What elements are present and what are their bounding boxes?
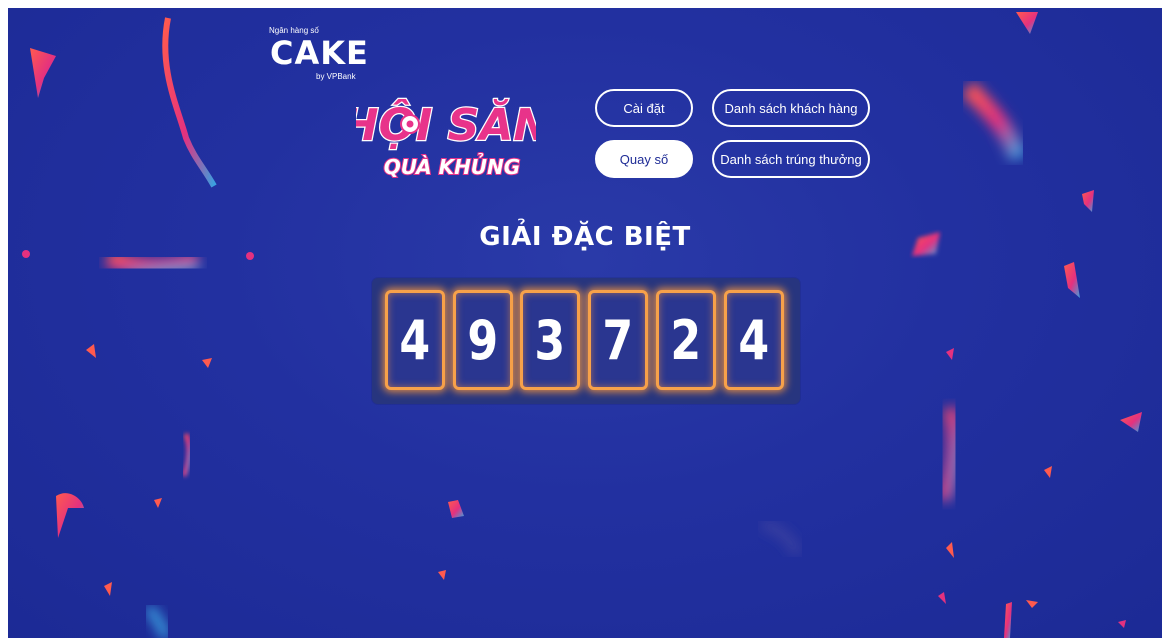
digit-slot-3: 3	[520, 290, 580, 390]
digit-slot-6: 4	[724, 290, 784, 390]
digit-value: 3	[534, 308, 566, 372]
bank-subtitle: by VPBank	[316, 72, 356, 81]
cake-logo: CAKE	[270, 34, 369, 72]
event-logo-line2: QUÀ KHỦNG	[384, 154, 520, 179]
number-panel: 4 9 3 7 2 4	[372, 278, 800, 404]
digit-value: 2	[670, 308, 702, 372]
digit-value: 4	[399, 308, 431, 372]
digit-slot-4: 7	[588, 290, 648, 390]
settings-button[interactable]: Cài đặt	[595, 89, 693, 127]
prize-title: GIẢI ĐẶC BIỆT	[479, 222, 691, 252]
digit-slot-1: 4	[385, 290, 445, 390]
digit-slot-5: 2	[656, 290, 716, 390]
winner-list-button[interactable]: Danh sách trúng thưởng	[712, 140, 870, 178]
digit-slot-2: 9	[453, 290, 513, 390]
draw-screen: Ngân hàng số CAKE by VPBank HỘI SĂN QUÀ …	[8, 8, 1162, 638]
event-logo: HỘI SĂN QUÀ KHỦNG	[356, 97, 536, 180]
digit-value: 4	[738, 308, 770, 372]
draw-button[interactable]: Quay số	[595, 140, 693, 178]
digit-value: 9	[467, 308, 499, 372]
customer-list-button[interactable]: Danh sách khách hàng	[712, 89, 870, 127]
event-logo-line1: HỘI SĂN	[356, 98, 536, 151]
digit-value: 7	[602, 308, 634, 372]
